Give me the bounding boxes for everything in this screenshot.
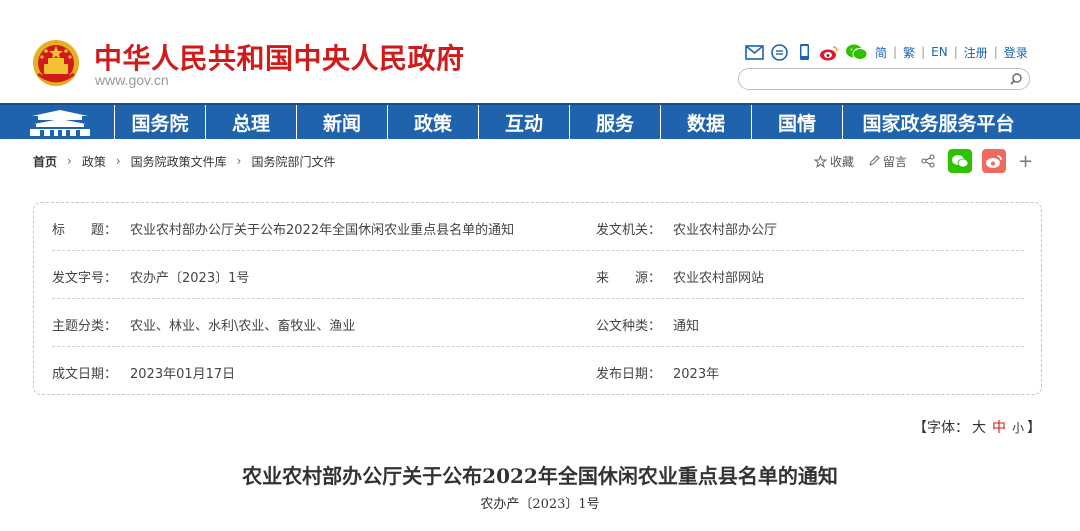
breadcrumb-department-docs[interactable]: 国务院部门文件 [251,153,335,170]
chevron-right-icon: › [115,154,121,168]
mail-icon[interactable] [744,42,764,62]
nav-item-national-info[interactable]: 国情 [751,105,842,139]
site-url[interactable]: www.gov.cn [95,72,169,88]
register-link[interactable]: 注册 [964,44,988,61]
lang-english-link[interactable]: EN [931,45,948,59]
font-size-suffix: 】 [1027,420,1042,436]
doc-type-label: 公文种类： [596,319,662,334]
title-value: 农业农村部办公厅关于公布2022年全国休闲农业重点县名单的通知 [130,223,515,238]
pencil-icon [869,155,880,166]
language-links: 简 | 繁 | EN | 注册 | 登录 [875,44,1028,61]
font-size-switcher: 【字体：大中小】 [913,417,1041,437]
font-size-large-button[interactable]: 大 [972,420,986,436]
font-size-medium-button[interactable]: 中 [992,420,1006,436]
share-wechat-button[interactable] [948,149,973,173]
nav-item-news[interactable]: 新闻 [296,105,387,139]
nav-item-interaction[interactable]: 互动 [478,105,569,139]
main-nav: 国务院 总理 新闻 政策 互动 服务 数据 国情 国家政务服务平台 [0,103,1080,139]
publish-date-label: 发布日期： [596,367,662,382]
site-header: 中华人民共和国中央人民政府 www.gov.cn 简 | 繁 | EN | 注册… [0,0,1080,103]
chevron-right-icon: › [67,154,72,168]
info-row: 发文字号： 农办产〔2023〕1号 来 源： 农业农村部网站 [52,251,1024,299]
nav-item-policy[interactable]: 政策 [387,105,478,139]
title-label: 标 题： [52,223,118,238]
nav-item-gov-service-platform[interactable]: 国家政务服务平台 [842,105,1034,139]
font-size-small-button[interactable]: 小 [1012,421,1024,435]
share-icon [921,154,935,168]
topic-label: 主题分类： [52,319,118,334]
comment-label: 留言 [883,154,908,169]
mobile-icon[interactable] [794,42,814,62]
source-value: 农业农村部网站 [673,271,765,286]
search-input[interactable] [749,71,999,87]
nav-item-data[interactable]: 数据 [660,105,751,139]
doc-number-label: 发文字号： [52,271,118,286]
wechat-icon[interactable] [844,42,868,62]
share-button[interactable] [921,154,938,168]
written-date-label: 成文日期： [52,367,118,382]
info-row: 标 题： 农业农村部办公厅关于公布2022年全国休闲农业重点县名单的通知 发文机… [52,203,1024,251]
info-row: 成文日期： 2023年01月17日 发布日期： 2023年 [52,347,1024,395]
document-title: 农业农村部办公厅关于公布2022年全国休闲农业重点县名单的通知 [242,464,838,488]
header-tools: 简 | 繁 | EN | 注册 | 登录 [744,42,1028,62]
star-icon [814,154,827,168]
info-row: 主题分类： 农业、林业、水利\农业、畜牧业、渔业 公文种类： 通知 [52,299,1024,347]
issuer-value: 农业农村部办公厅 [673,223,778,238]
document-number: 农办产〔2023〕1号 [480,497,600,512]
font-size-prefix: 【字体： [913,420,969,436]
issuer-label: 发文机关： [596,223,662,238]
doc-type-value: 通知 [673,319,700,334]
share-weibo-button[interactable] [982,149,1007,173]
login-link[interactable]: 登录 [1004,44,1028,61]
share-actions: 收藏 留言 + [814,149,1033,173]
nav-items: 国务院 总理 新闻 政策 互动 服务 数据 国情 国家政务服务平台 [114,105,1034,139]
site-title[interactable]: 中华人民共和国中央人民政府 [94,37,465,77]
favorite-button[interactable]: 收藏 [814,153,854,170]
document-info-box: 标 题： 农业农村部办公厅关于公布2022年全国休闲农业重点县名单的通知 发文机… [33,202,1042,395]
search-icon[interactable] [1009,72,1023,86]
nav-item-premier[interactable]: 总理 [205,105,296,139]
publish-date-value: 2023年 [673,367,720,382]
weibo-icon[interactable] [819,42,839,62]
more-share-button[interactable]: + [1018,151,1033,172]
nav-item-services[interactable]: 服务 [569,105,660,139]
breadcrumb-policy-library[interactable]: 国务院政策文件库 [131,153,227,170]
wechat-icon [952,154,969,167]
favorite-label: 收藏 [830,154,855,169]
chevron-right-icon: › [236,154,242,168]
breadcrumb-policy[interactable]: 政策 [82,153,106,170]
search-box [738,68,1030,90]
breadcrumb: 首页 › 政策 › 国务院政策文件库 › 国务院部门文件 [33,152,336,170]
doc-number-value: 农办产〔2023〕1号 [130,271,250,286]
source-label: 来 源： [596,271,662,286]
lang-traditional-link[interactable]: 繁 [903,44,915,61]
tiananmen-icon[interactable] [26,108,94,138]
breadcrumb-home[interactable]: 首页 [33,153,57,170]
nav-item-state-council[interactable]: 国务院 [114,105,205,139]
comment-button[interactable]: 留言 [868,153,907,170]
written-date-value: 2023年01月17日 [130,367,236,382]
weibo-icon [986,154,1002,168]
chat-icon[interactable] [769,42,789,62]
national-emblem-icon[interactable] [30,38,82,88]
lang-simplified-link[interactable]: 简 [875,44,887,61]
topic-value: 农业、林业、水利\农业、畜牧业、渔业 [130,319,356,334]
